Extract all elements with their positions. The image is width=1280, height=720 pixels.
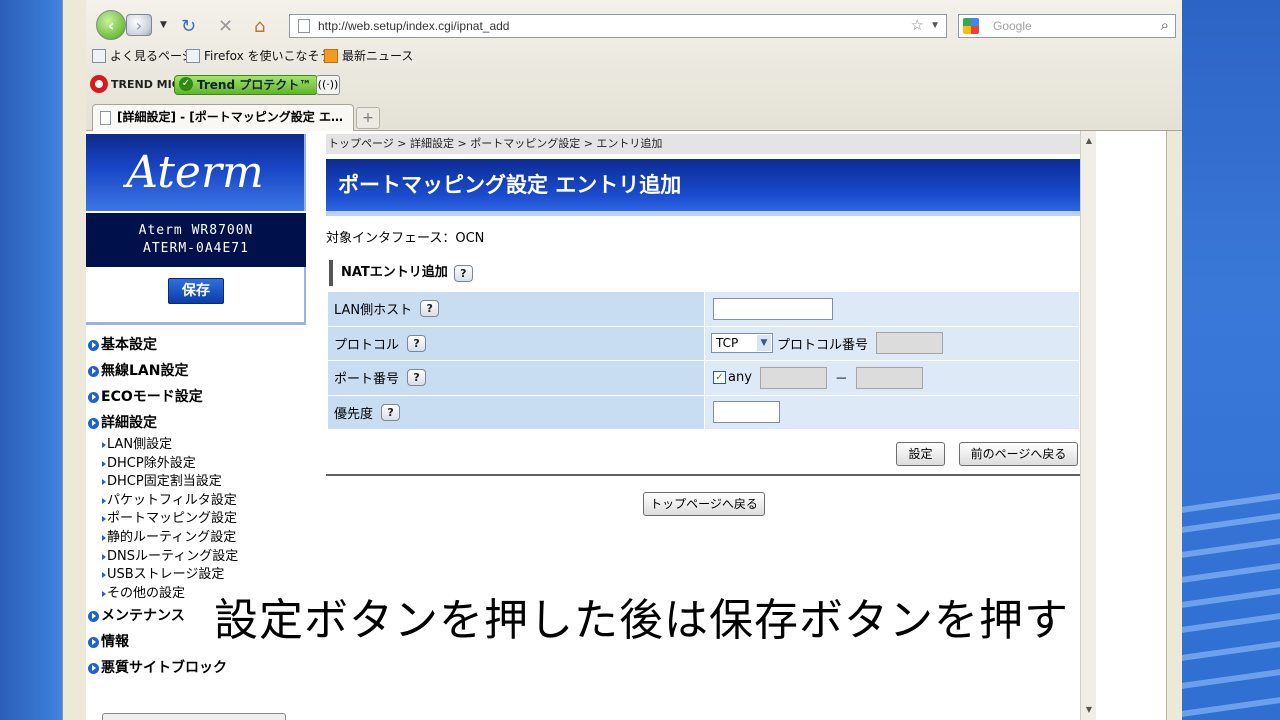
url-bar[interactable]: http://web.setup/index.cgi/ipnat_add ☆ ▼ xyxy=(289,14,947,38)
device-info: Aterm WR8700N ATERM-0A4E71 xyxy=(86,213,306,267)
url-dropdown-icon[interactable]: ▼ xyxy=(930,15,940,37)
priority-input[interactable] xyxy=(713,401,780,424)
title-underline xyxy=(326,211,1081,216)
bookmark-item[interactable]: Firefox を使いこなそう xyxy=(186,47,332,64)
sidebar-item-wireless[interactable]: 無線LAN設定 xyxy=(88,358,306,384)
port-start-input[interactable] xyxy=(759,366,827,389)
trend-micro-toolbar: TREND MICRO ▼ Trend プロテクト™ ((·)) xyxy=(86,72,1182,98)
lan-host-input[interactable] xyxy=(713,297,833,320)
bookmarks-toolbar: よく見るページ Firefox を使いこなそう 最新ニュース xyxy=(86,44,1182,66)
sidebar-subitem[interactable]: パケットフィルタ設定 xyxy=(88,492,306,511)
sidebar-item-basic[interactable]: 基本設定 xyxy=(88,332,306,358)
rss-icon xyxy=(324,48,338,63)
forward-button[interactable]: › xyxy=(126,14,152,36)
vertical-scrollbar[interactable]: ▲ ▼ xyxy=(1080,131,1096,720)
aterm-logo: Aterm xyxy=(86,134,306,211)
desktop-background-right xyxy=(1182,0,1280,720)
help-icon[interactable]: ? xyxy=(407,334,427,352)
tab-active[interactable]: [詳細設定] - [ポートマッピング設定 エ… xyxy=(92,104,354,131)
new-tab-button[interactable]: + xyxy=(356,107,380,129)
search-placeholder: Google xyxy=(993,19,1032,33)
home-icon[interactable]: ⌂ xyxy=(254,16,265,37)
tab-bar: [詳細設定] - [ポートマッピング設定 エ… + xyxy=(86,102,1182,131)
browser-chrome: ‹ › ▼ ↻ ✕ ⌂ http://web.setup/index.cgi/i… xyxy=(86,0,1182,131)
sidebar-subitem-port-mapping[interactable]: ポートマッピング設定 xyxy=(88,510,306,529)
arrow-bullet-icon xyxy=(88,417,99,429)
sidebar-item-eco[interactable]: ECOモード設定 xyxy=(88,384,306,410)
protocol-select[interactable]: TCP xyxy=(711,333,773,354)
port-label: ポート番号 xyxy=(334,372,400,388)
sidebar-subitem[interactable]: 静的ルーティング設定 xyxy=(88,529,306,548)
save-button[interactable]: 保存 xyxy=(168,278,224,304)
sidebar-item-site-block[interactable]: 悪質サイトブロック xyxy=(88,655,306,681)
sidebar-subitem[interactable]: LAN側設定 xyxy=(88,436,306,455)
url-text: http://web.setup/index.cgi/ipnat_add xyxy=(318,19,510,33)
navigation-toolbar: ‹ › ▼ ↻ ✕ ⌂ http://web.setup/index.cgi/i… xyxy=(86,4,1182,42)
sidebar-subitem[interactable]: USBストレージ設定 xyxy=(88,566,306,585)
arrow-bullet-icon xyxy=(88,365,99,377)
port-end-input[interactable] xyxy=(855,366,923,389)
save-area: 保存 xyxy=(86,267,306,325)
search-input[interactable]: Google ⌕ xyxy=(958,14,1176,38)
sidebar-subitem[interactable]: DNSルーティング設定 xyxy=(88,548,306,567)
reload-icon[interactable]: ↻ xyxy=(181,16,196,37)
arrow-bullet-icon xyxy=(88,636,99,648)
lan-host-label: LAN側ホスト xyxy=(334,303,413,319)
tab-title: [詳細設定] - [ポートマッピング設定 エ… xyxy=(117,110,343,124)
back-button[interactable]: ‹ xyxy=(96,10,126,40)
video-caption: 設定ボタンを押した後は保存ボタンを押す xyxy=(214,595,1069,646)
bookmark-item[interactable]: 最新ニュース xyxy=(324,47,413,64)
wifi-icon[interactable]: ((·)) xyxy=(316,75,340,95)
trend-protect-button[interactable]: Trend プロテクト™ xyxy=(174,75,319,95)
bookmark-item[interactable]: よく見るページ xyxy=(92,47,194,64)
target-interface: 対象インタフェース：OCN xyxy=(326,231,485,246)
page-icon xyxy=(100,111,111,125)
window-border-left xyxy=(62,0,86,720)
search-icon[interactable]: ⌕ xyxy=(1161,15,1169,37)
page-title: ポートマッピング設定 エントリ追加 xyxy=(326,159,1081,211)
stop-icon[interactable]: ✕ xyxy=(218,16,233,37)
scroll-up-icon[interactable]: ▲ xyxy=(1081,133,1097,149)
bookmark-star-icon[interactable]: ☆ xyxy=(911,15,924,37)
protocol-number-label: プロトコル番号 xyxy=(777,337,869,353)
set-button[interactable]: 設定 xyxy=(896,442,945,466)
sidebar-subitem[interactable]: DHCP固定割当設定 xyxy=(88,473,306,492)
priority-label: 優先度 xyxy=(334,406,374,422)
section-heading: NATエントリ追加 ? xyxy=(329,260,473,286)
sidebar-subitem[interactable]: DHCP除外設定 xyxy=(88,455,306,474)
model-name: Aterm WR8700N xyxy=(138,223,254,238)
port-any-checkbox[interactable]: ✓ xyxy=(713,371,726,385)
port-any-label: any xyxy=(728,370,752,386)
breadcrumb: トップページ > 詳細設定 > ポートマッピング設定 > エントリ追加 xyxy=(326,134,1081,154)
protocol-label: プロトコル xyxy=(334,337,400,353)
nat-entry-form: LAN側ホスト ? プロトコル ? TCP プロトコル番号 ポート番号 ? ✓ … xyxy=(327,291,1080,430)
back-to-top-button[interactable]: トップページへ戻る xyxy=(643,492,765,516)
sidebar-extra-button[interactable] xyxy=(102,713,286,720)
help-icon[interactable]: ? xyxy=(381,403,401,421)
back-to-previous-button[interactable]: 前のページへ戻る xyxy=(959,442,1078,466)
port-range-dash: － xyxy=(834,372,848,388)
arrow-bullet-icon xyxy=(88,662,99,674)
help-icon[interactable]: ? xyxy=(407,369,427,387)
form-row-port: ポート番号 ? ✓ any － xyxy=(327,360,1080,396)
help-icon[interactable]: ? xyxy=(453,264,473,282)
arrow-bullet-icon xyxy=(88,610,99,622)
scroll-down-icon[interactable]: ▼ xyxy=(1081,702,1097,718)
form-row-priority: 優先度 ? xyxy=(327,394,1080,430)
device-id: ATERM-0A4E71 xyxy=(143,241,249,256)
google-icon[interactable] xyxy=(963,18,979,34)
page-icon xyxy=(298,19,310,33)
page-icon xyxy=(186,48,200,63)
form-row-protocol: プロトコル ? TCP プロトコル番号 xyxy=(327,325,1080,361)
protocol-number-input[interactable] xyxy=(876,332,944,355)
form-row-lan-host: LAN側ホスト ? xyxy=(327,291,1080,327)
history-dropdown-icon[interactable]: ▼ xyxy=(160,20,167,30)
divider xyxy=(326,474,1081,476)
help-icon[interactable]: ? xyxy=(420,300,440,318)
arrow-bullet-icon xyxy=(88,339,99,351)
trend-micro-icon xyxy=(90,75,108,93)
arrow-bullet-icon xyxy=(88,391,99,403)
sidebar-item-advanced[interactable]: 詳細設定 xyxy=(88,410,306,436)
bookmark-icon xyxy=(92,48,106,63)
